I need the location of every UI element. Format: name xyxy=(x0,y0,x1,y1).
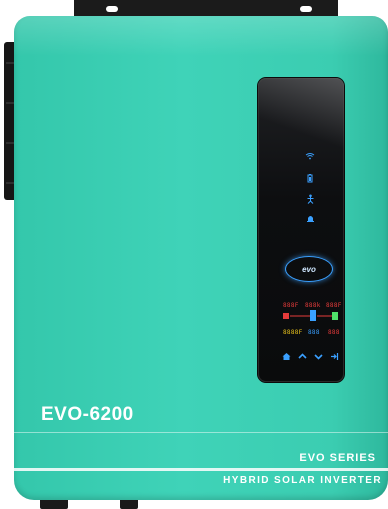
divider xyxy=(14,468,388,471)
model-label: EVO-6200 xyxy=(41,404,134,425)
product-subtitle: HYBRID SOLAR INVERTER xyxy=(223,475,382,486)
display-panel xyxy=(258,78,344,382)
series-label: EVO SERIES xyxy=(299,452,376,464)
enter-icon[interactable] xyxy=(328,352,340,363)
home-icon[interactable] xyxy=(280,352,292,363)
up-icon[interactable] xyxy=(296,352,308,363)
wifi-icon xyxy=(303,152,317,162)
bracket-hole xyxy=(300,6,312,12)
segment-readout: 888F xyxy=(326,302,342,309)
segment-readout: 888 xyxy=(308,329,320,336)
fault-icon xyxy=(303,194,317,206)
power-flow-diagram xyxy=(283,310,338,321)
foot xyxy=(120,499,138,509)
panel-gloss xyxy=(258,78,344,148)
segment-readout: 888F xyxy=(283,302,299,309)
segment-readout: 888 xyxy=(328,329,340,336)
bracket-hole xyxy=(106,6,118,12)
down-icon[interactable] xyxy=(312,352,324,363)
segment-readout: 8888F xyxy=(283,329,303,336)
foot xyxy=(40,499,68,509)
segment-readout: 888k xyxy=(305,302,321,309)
battery-icon xyxy=(303,173,317,185)
body-sheen xyxy=(14,16,388,56)
divider xyxy=(14,432,388,433)
evo-logo: evo xyxy=(285,256,333,282)
bell-icon xyxy=(303,214,317,225)
